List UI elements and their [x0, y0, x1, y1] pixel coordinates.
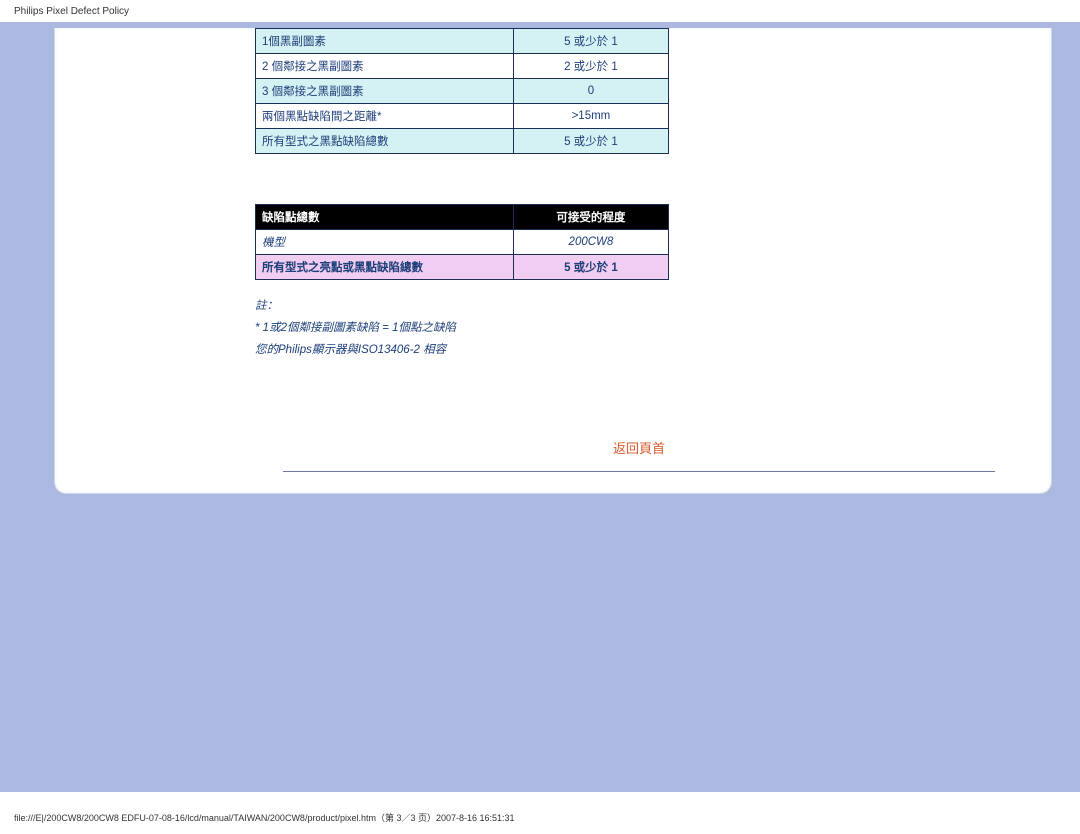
table-row: 3 個鄰接之黑副圖素 0	[256, 79, 669, 104]
cell-label: 2 個鄰接之黑副圖素	[256, 54, 514, 79]
notes-block: 註： * 1或2個鄰接副圖素缺陷 = 1個點之缺陷 您的Philips顯示器與I…	[255, 296, 1023, 362]
page-background: 1個黑副圖素 5 或少於 1 2 個鄰接之黑副圖素 2 或少於 1 3 個鄰接之…	[0, 22, 1080, 792]
content-panel: 1個黑副圖素 5 或少於 1 2 個鄰接之黑副圖素 2 或少於 1 3 個鄰接之…	[54, 28, 1052, 494]
table-row: 所有型式之亮點或黑點缺陷總數 5 或少於 1	[256, 255, 669, 280]
cell-label: 所有型式之黑點缺陷總數	[256, 129, 514, 154]
table-row: 機型 200CW8	[256, 230, 669, 255]
total-defect-table: 缺陷點總數 可接受的程度 機型 200CW8 所有型式之亮點或黑點缺陷總數 5 …	[255, 204, 669, 280]
cell-value: 2 或少於 1	[513, 54, 668, 79]
table-row: 1個黑副圖素 5 或少於 1	[256, 29, 669, 54]
cell-value: >15mm	[513, 104, 668, 129]
model-label: 機型	[256, 230, 514, 255]
cell-value: 5 或少於 1	[513, 129, 668, 154]
back-to-top-link[interactable]: 返回頁首	[255, 438, 1023, 457]
table-row: 2 個鄰接之黑副圖素 2 或少於 1	[256, 54, 669, 79]
total-label: 所有型式之亮點或黑點缺陷總數	[256, 255, 514, 280]
black-defect-table: 1個黑副圖素 5 或少於 1 2 個鄰接之黑副圖素 2 或少於 1 3 個鄰接之…	[255, 28, 669, 154]
cell-label: 兩個黑點缺陷間之距離*	[256, 104, 514, 129]
footer-path: file:///E|/200CW8/200CW8 EDFU-07-08-16/l…	[14, 811, 515, 824]
table-row: 兩個黑點缺陷間之距離* >15mm	[256, 104, 669, 129]
page-header-title: Philips Pixel Defect Policy	[0, 0, 1080, 21]
total-value: 5 或少於 1	[513, 255, 668, 280]
note-line: 您的Philips顯示器與ISO13406-2 相容	[255, 340, 1023, 362]
table-row: 所有型式之黑點缺陷總數 5 或少於 1	[256, 129, 669, 154]
divider	[283, 471, 995, 472]
header-left: 缺陷點總數	[256, 205, 514, 230]
cell-value: 5 或少於 1	[513, 29, 668, 54]
cell-label: 1個黑副圖素	[256, 29, 514, 54]
model-value: 200CW8	[513, 230, 668, 255]
note-line: 註：	[255, 296, 1023, 318]
note-line: * 1或2個鄰接副圖素缺陷 = 1個點之缺陷	[255, 318, 1023, 340]
cell-value: 0	[513, 79, 668, 104]
cell-label: 3 個鄰接之黑副圖素	[256, 79, 514, 104]
header-right: 可接受的程度	[513, 205, 668, 230]
table-header-row: 缺陷點總數 可接受的程度	[256, 205, 669, 230]
